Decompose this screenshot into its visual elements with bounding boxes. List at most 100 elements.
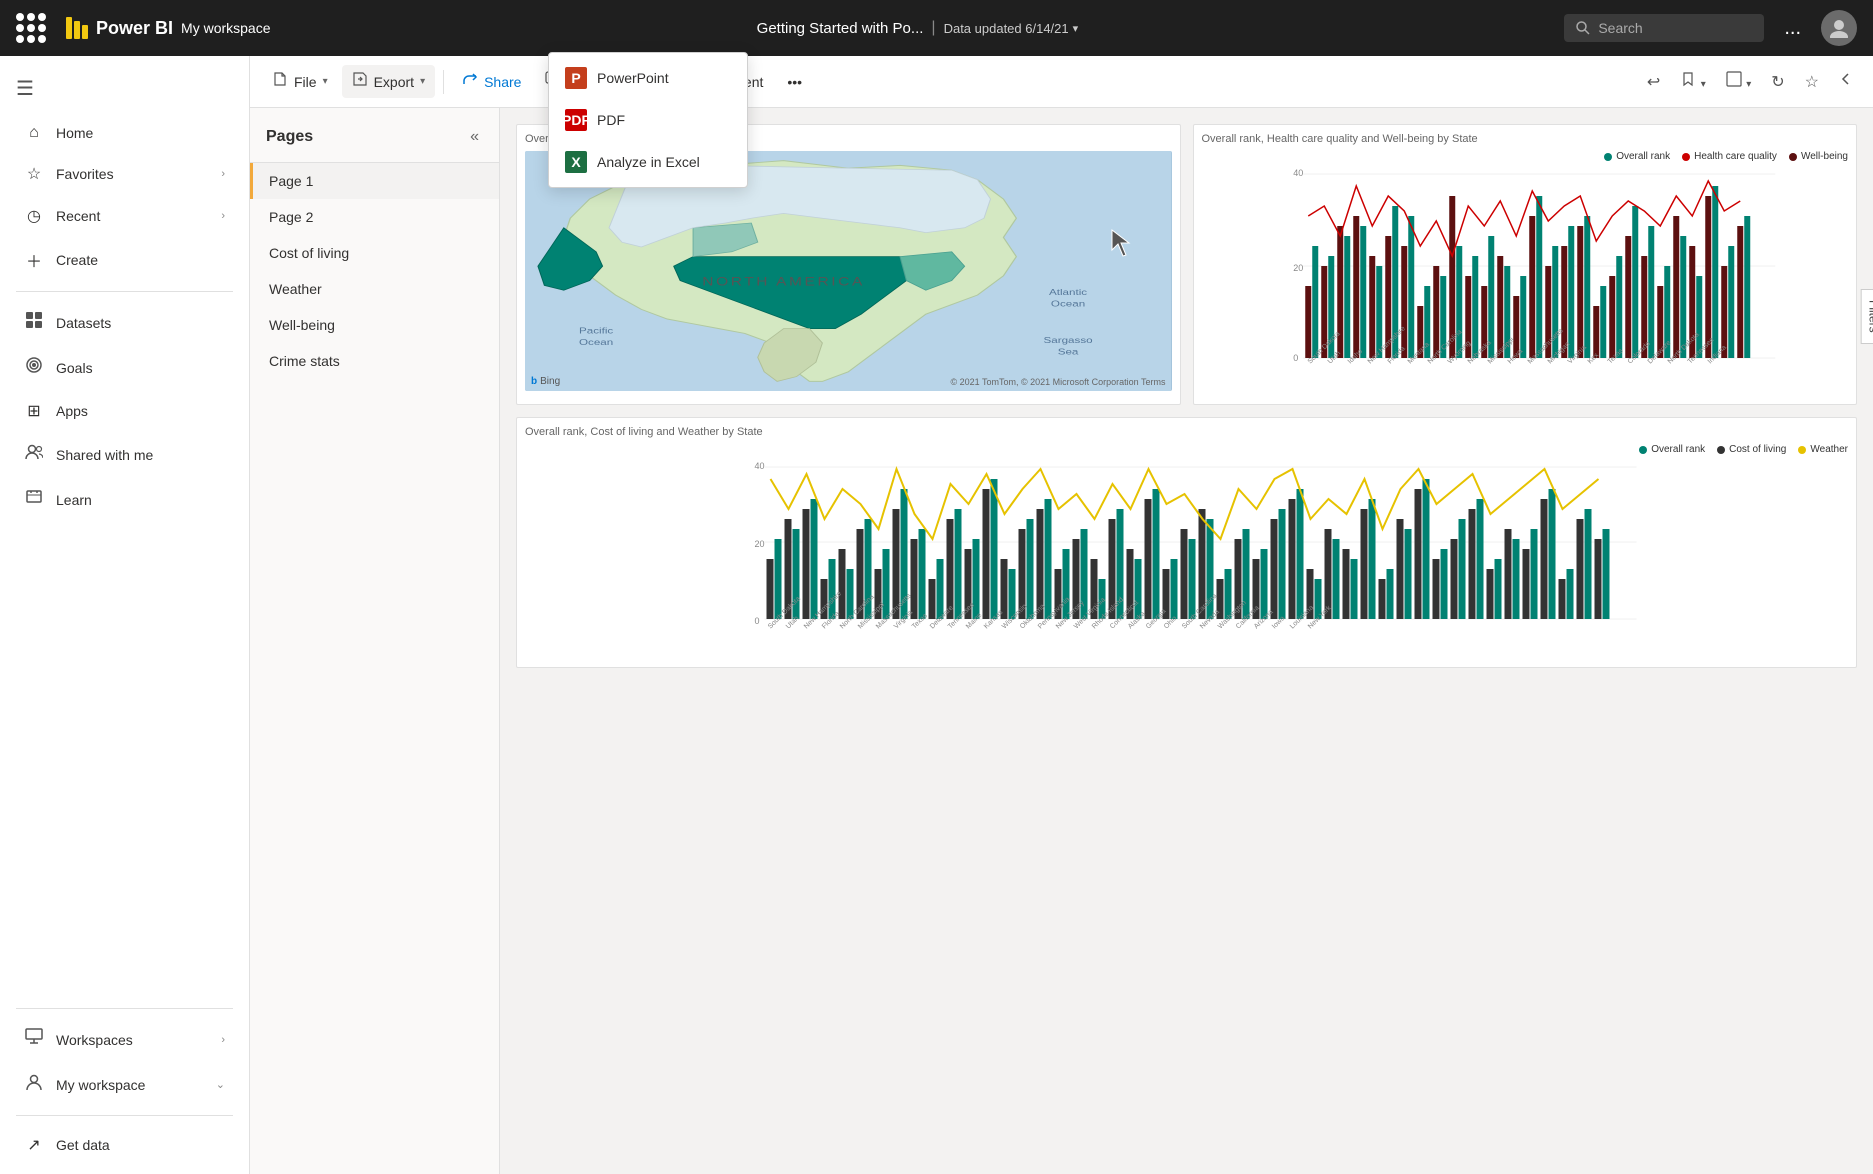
svg-text:Atlantic: Atlantic	[1049, 288, 1087, 297]
page-label: Page 2	[269, 209, 313, 225]
sidebar-item-label: Get data	[56, 1137, 110, 1153]
export-icon	[352, 71, 368, 92]
sidebar-item-label: My workspace	[56, 1077, 145, 1093]
app-name: Power BI	[96, 18, 173, 39]
bottom-chart-label: Overall rank, Cost of living and Weather…	[525, 426, 1848, 438]
page-label: Well-being	[269, 317, 335, 333]
sidebar-item-label: Datasets	[56, 315, 111, 331]
page-label: Page 1	[269, 173, 313, 189]
file-icon	[272, 71, 288, 92]
filters-tab-container: Filters	[1846, 308, 1873, 408]
recent-chevron: ›	[221, 210, 225, 222]
workspaces-chevron: ›	[221, 1034, 225, 1046]
report-title-area: Getting Started with Po... | Data update…	[283, 19, 1553, 37]
sidebar-item-home[interactable]: ⌂ Home	[8, 114, 241, 152]
sidebar-item-goals[interactable]: Goals	[8, 346, 241, 389]
export-button[interactable]: Export ▾	[342, 65, 436, 98]
top-bar-svg: 40 20 0	[1202, 166, 1849, 366]
share-button[interactable]: Share	[452, 65, 531, 98]
nav-divider	[16, 291, 233, 292]
page-label: Weather	[269, 281, 322, 297]
legend-overall-dot	[1604, 153, 1612, 161]
collapse-filters-button[interactable]	[1831, 66, 1861, 97]
svg-text:0: 0	[1293, 353, 1298, 363]
bottom-chart-container: 40 20 0	[525, 459, 1848, 659]
pdf-icon: PDF	[565, 109, 587, 131]
user-avatar[interactable]	[1821, 10, 1857, 46]
sidebar-item-myworkspace[interactable]: My workspace ⌄	[8, 1063, 241, 1106]
toolbar-right: ↩ ▾ ▾ ↻ ☆	[1639, 65, 1861, 98]
toolbar-more-button[interactable]: •••	[777, 68, 812, 96]
sidebar-item-shared[interactable]: Shared with me	[8, 433, 241, 476]
sidebar-item-recent[interactable]: ◷ Recent ›	[8, 196, 241, 236]
sidebar-item-create[interactable]: ＋ Create	[8, 238, 241, 282]
legend-wellbeing-dot	[1789, 153, 1797, 161]
sidebar-item-learn[interactable]: Learn	[8, 478, 241, 521]
top-bar-chart-label: Overall rank, Health care quality and We…	[1202, 133, 1849, 145]
sidebar-item-label: Apps	[56, 403, 88, 419]
excel-icon: X	[565, 151, 587, 173]
filters-tab[interactable]: Filters	[1861, 289, 1873, 344]
page-item-page2[interactable]: Page 2	[250, 199, 499, 235]
favorites-icon: ☆	[24, 164, 44, 184]
star-button[interactable]: ☆	[1797, 66, 1827, 98]
updated-chevron[interactable]: ▾	[1073, 22, 1079, 35]
page-item-cost[interactable]: Cost of living	[250, 235, 499, 271]
home-icon: ⌂	[24, 124, 44, 142]
page-item-wellbeing[interactable]: Well-being	[250, 307, 499, 343]
svg-text:20: 20	[1293, 263, 1303, 273]
svg-text:Pacific: Pacific	[579, 327, 613, 336]
refresh-button[interactable]: ↻	[1763, 66, 1792, 98]
shared-icon	[24, 443, 44, 466]
svg-text:Sea: Sea	[1058, 348, 1079, 357]
legend-bottom-cost: Cost of living	[1717, 444, 1786, 455]
page-item-crime[interactable]: Crime stats	[250, 343, 499, 379]
pages-header: Pages «	[250, 108, 499, 163]
top-bar-chart-box: Overall rank, Health care quality and We…	[1193, 124, 1858, 405]
export-analyze[interactable]: X Analyze in Excel	[549, 141, 747, 183]
export-dropdown: P PowerPoint PDF PDF X Analyze in Excel	[548, 56, 748, 188]
undo-button[interactable]: ↩	[1639, 66, 1668, 98]
sidebar-item-workspaces[interactable]: Workspaces ›	[8, 1018, 241, 1061]
page-item-weather[interactable]: Weather	[250, 271, 499, 307]
waffle-menu[interactable]	[16, 13, 46, 43]
bookmark-button[interactable]: ▾	[1672, 65, 1713, 98]
recent-icon: ◷	[24, 206, 44, 226]
myworkspace-icon	[24, 1073, 44, 1096]
search-input[interactable]	[1598, 20, 1738, 36]
export-chevron: ▾	[420, 76, 425, 87]
legend-wellbeing: Well-being	[1789, 151, 1848, 162]
top-bar: Power BI My workspace Getting Started wi…	[0, 0, 1873, 56]
pages-collapse-button[interactable]: «	[466, 124, 483, 150]
sidebar-item-datasets[interactable]: Datasets	[8, 301, 241, 344]
sidebar-item-apps[interactable]: ⊞ Apps	[8, 391, 241, 431]
export-powerpoint[interactable]: P PowerPoint	[549, 57, 747, 99]
page-item-page1[interactable]: Page 1	[250, 163, 499, 199]
workspace-name: My workspace	[181, 20, 270, 36]
export-pdf[interactable]: PDF PDF	[549, 99, 747, 141]
analyze-label: Analyze in Excel	[597, 154, 700, 170]
file-chevron: ▾	[323, 76, 328, 87]
legend-bottom-overall: Overall rank	[1639, 444, 1705, 455]
legend-overall: Overall rank	[1604, 151, 1670, 162]
search-box[interactable]	[1564, 14, 1764, 42]
map-copyright: © 2021 TomTom, © 2021 Microsoft Corporat…	[950, 377, 1165, 387]
sidebar-item-getdata[interactable]: ↗ Get data	[8, 1125, 241, 1165]
nav-toggle[interactable]: ☰	[0, 64, 249, 113]
workspaces-icon	[24, 1028, 44, 1051]
sidebar-item-favorites[interactable]: ☆ Favorites ›	[8, 154, 241, 194]
svg-text:40: 40	[755, 461, 765, 471]
svg-text:NORTH AMERICA: NORTH AMERICA	[702, 275, 865, 288]
export-label: Export	[374, 74, 414, 90]
sidebar-item-label: Learn	[56, 492, 92, 508]
legend-bottom-overall-label: Overall rank	[1651, 444, 1705, 455]
svg-text:Ocean: Ocean	[579, 338, 614, 347]
learn-icon	[24, 488, 44, 511]
layout-button[interactable]: ▾	[1718, 65, 1759, 98]
file-button[interactable]: File ▾	[262, 65, 338, 98]
top-bar-more-button[interactable]: ...	[1776, 13, 1809, 44]
data-updated: Data updated 6/14/21 ▾	[944, 21, 1079, 36]
sidebar-item-label: Shared with me	[56, 447, 153, 463]
legend-overall-label: Overall rank	[1616, 151, 1670, 162]
file-label: File	[294, 74, 317, 90]
